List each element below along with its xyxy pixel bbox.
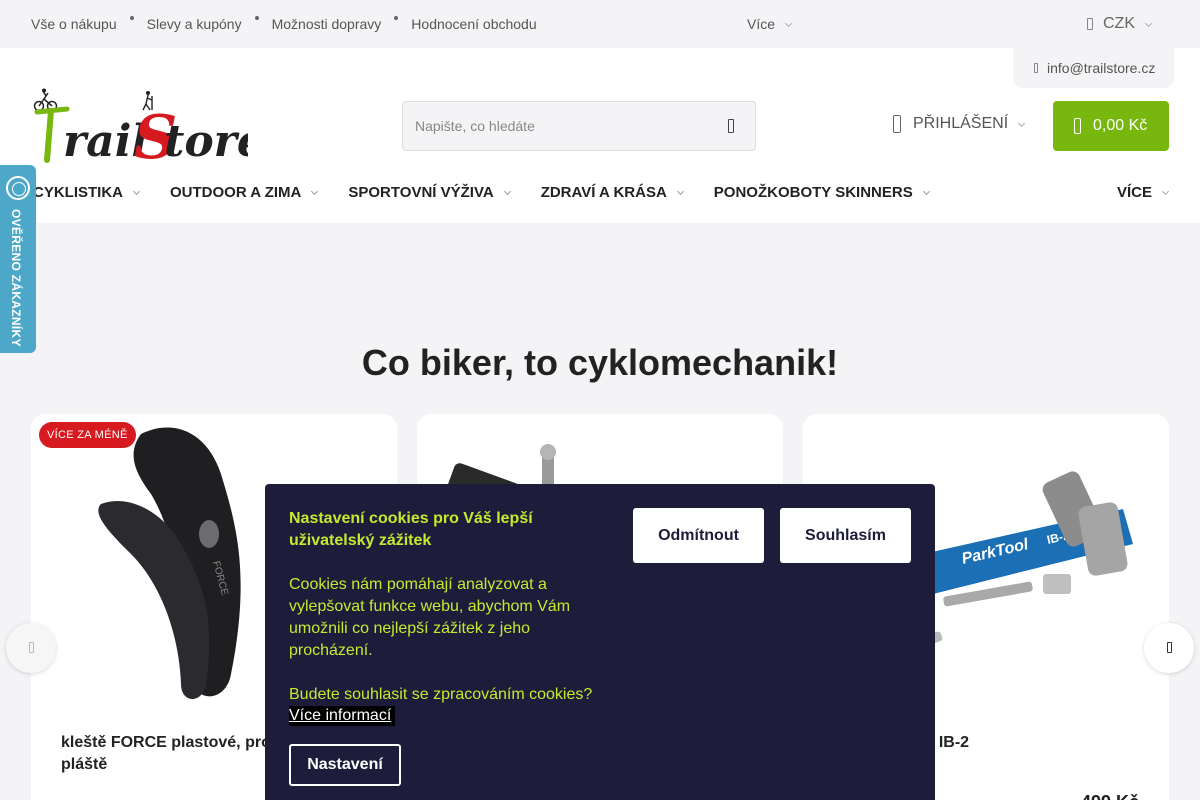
- verified-seal-icon: [6, 176, 30, 200]
- nav-item-sportovni-vyziva[interactable]: SPORTOVNÍ VÝŽIVA: [348, 184, 510, 201]
- nav-more-dropdown[interactable]: VÍCE: [1117, 184, 1169, 201]
- search-input[interactable]: [415, 102, 705, 150]
- carousel-next-button[interactable]: [1144, 623, 1194, 673]
- nav-item-label: OUTDOOR A ZIMA: [170, 184, 302, 201]
- arrow-right-icon: [1167, 642, 1172, 653]
- nav-item-zdravi-a-krasa[interactable]: ZDRAVÍ A KRÁSA: [541, 184, 684, 201]
- link-vse-o-nakupu[interactable]: Vše o nákupu: [31, 16, 117, 32]
- chevron-down-icon: [133, 189, 140, 196]
- carousel-prev-button[interactable]: [6, 623, 56, 673]
- nav-item-label: SPORTOVNÍ VÝŽIVA: [348, 184, 494, 201]
- currency-selector[interactable]: CZK: [1087, 15, 1152, 33]
- login-dropdown[interactable]: PŘIHLÁŠENÍ: [893, 115, 1025, 133]
- contact-email[interactable]: info@trailstore.cz: [1013, 48, 1174, 88]
- chevron-down-icon: [1145, 21, 1152, 28]
- cookie-more-info-link[interactable]: Více informací: [289, 706, 396, 726]
- link-hodnoceni-obchodu[interactable]: Hodnocení obchodu: [411, 16, 536, 32]
- mail-icon: [1034, 63, 1038, 73]
- badge-label: OVĚŘENO ZÁKAZNÍKY: [9, 209, 23, 347]
- promo-tag: VÍCE ZA MÉNĚ: [39, 422, 136, 448]
- separator-dot: [129, 16, 134, 20]
- nav-item-label: ZDRAVÍ A KRÁSA: [540, 184, 667, 201]
- user-icon: [893, 115, 901, 133]
- search-box: [402, 101, 756, 151]
- search-icon[interactable]: [728, 119, 734, 133]
- info-links: Vše o nákupu Slevy a kupóny Možnosti dop…: [31, 16, 537, 32]
- cookie-decline-button[interactable]: Odmítnout: [633, 508, 764, 563]
- product-price: 499 Kč: [1081, 792, 1139, 800]
- verified-by-customers-badge[interactable]: OVĚŘENO ZÁKAZNÍKY: [0, 165, 36, 353]
- separator-dot: [254, 16, 259, 20]
- section-title: Co biker, to cyklomechanik!: [361, 342, 839, 383]
- separator-dot: [394, 16, 399, 20]
- topbar-more-dropdown[interactable]: Více: [747, 16, 792, 32]
- nav-item-outdoor-a-zima[interactable]: OUTDOOR A ZIMA: [170, 184, 318, 201]
- cookie-text: Cookies nám pomáhají analyzovat a vylepš…: [289, 576, 571, 659]
- nav-item-cyklistika[interactable]: CYKLISTIKA: [33, 184, 140, 201]
- cart-total: 0,00 Kč: [1093, 117, 1148, 134]
- cart-icon: [1074, 118, 1081, 134]
- arrow-left-icon: [29, 642, 34, 653]
- login-label: PŘIHLÁŠENÍ: [913, 115, 1009, 132]
- chevron-down-icon: [504, 189, 511, 196]
- currency-icon: [1087, 18, 1093, 30]
- contact-email-text: info@trailstore.cz: [1047, 60, 1156, 76]
- link-slevy-a-kupony[interactable]: Slevy a kupóny: [147, 16, 242, 32]
- nav-more-label: VÍCE: [1117, 184, 1153, 201]
- logo-text-tore: tore: [164, 116, 248, 164]
- topbar-more-label: Více: [747, 16, 776, 32]
- chevron-down-icon: [1162, 189, 1169, 196]
- chevron-down-icon: [785, 21, 792, 28]
- chevron-down-icon: [1018, 121, 1025, 128]
- site-logo[interactable]: rail S tore: [33, 88, 265, 173]
- main-navigation: CYKLISTIKA OUTDOOR A ZIMA SPORTOVNÍ VÝŽI…: [33, 184, 960, 201]
- nav-item-ponozkoboty-skinners[interactable]: PONOŽKOBOTY SKINNERS: [714, 184, 930, 201]
- cookie-title: Nastavení cookies pro Váš lepší uživatel…: [289, 510, 533, 549]
- top-bar: Vše o nákupu Slevy a kupóny Možnosti dop…: [0, 0, 1200, 48]
- cookie-consent-dialog: Nastavení cookies pro Váš lepší uživatel…: [265, 484, 935, 800]
- link-moznosti-dopravy[interactable]: Možnosti dopravy: [272, 16, 382, 32]
- cart-button[interactable]: 0,00 Kč: [1053, 101, 1169, 151]
- currency-label: CZK: [1103, 15, 1135, 32]
- nav-item-label: CYKLISTIKA: [33, 184, 123, 201]
- chevron-down-icon: [311, 189, 318, 196]
- cookie-accept-button[interactable]: Souhlasím: [780, 508, 911, 563]
- nav-item-label: PONOŽKOBOTY SKINNERS: [713, 184, 913, 201]
- cookie-question: Budete souhlasit se zpracováním cookies?: [289, 686, 593, 703]
- cookie-settings-button[interactable]: Nastavení: [289, 744, 401, 786]
- chevron-down-icon: [923, 189, 930, 196]
- chevron-down-icon: [677, 189, 684, 196]
